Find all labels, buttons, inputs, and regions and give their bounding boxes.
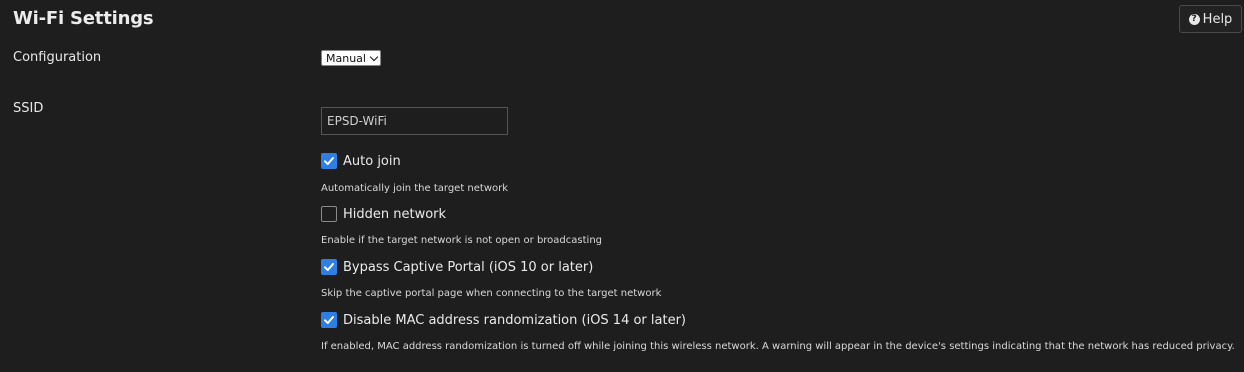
auto-join-checkbox[interactable] [321, 153, 337, 169]
configuration-select[interactable]: Manual [321, 50, 381, 66]
auto-join-label: Auto join [343, 153, 401, 169]
configuration-label: Configuration [13, 50, 102, 65]
hidden-network-checkbox-row[interactable]: Hidden network [321, 206, 446, 222]
help-button-label: Help [1202, 11, 1233, 27]
disable-mac-randomization-checkbox-row[interactable]: Disable MAC address randomization (iOS 1… [321, 312, 686, 328]
bypass-captive-portal-hint: Skip the captive portal page when connec… [321, 288, 662, 299]
wifi-settings-page: Wi-Fi Settings ? Help Configuration Manu… [0, 0, 1244, 372]
question-circle-icon: ? [1188, 13, 1200, 25]
bypass-captive-portal-label: Bypass Captive Portal (iOS 10 or later) [343, 259, 594, 275]
bypass-captive-portal-checkbox-row[interactable]: Bypass Captive Portal (iOS 10 or later) [321, 259, 593, 275]
disable-mac-randomization-hint: If enabled, MAC address randomization is… [321, 341, 1235, 352]
auto-join-checkbox-row[interactable]: Auto join [321, 153, 401, 169]
chevron-down-icon [369, 52, 379, 61]
help-button[interactable]: ? Help [1179, 5, 1242, 33]
hidden-network-hint: Enable if the target network is not open… [321, 235, 603, 246]
ssid-label: SSID [13, 101, 44, 116]
checkmark-icon [324, 263, 334, 271]
configuration-select-value: Manual [326, 51, 366, 65]
ssid-input-value: EPSD-WiFi [327, 114, 387, 128]
ssid-input[interactable]: EPSD-WiFi [321, 107, 508, 135]
auto-join-hint: Automatically join the target network [321, 183, 509, 194]
hidden-network-checkbox[interactable] [321, 206, 337, 222]
checkmark-icon [324, 157, 334, 165]
hidden-network-label: Hidden network [343, 206, 447, 222]
bypass-captive-portal-checkbox[interactable] [321, 259, 337, 275]
disable-mac-randomization-checkbox[interactable] [321, 312, 337, 328]
page-title: Wi-Fi Settings [13, 8, 154, 29]
checkmark-icon [324, 316, 334, 324]
disable-mac-randomization-label: Disable MAC address randomization (iOS 1… [343, 312, 687, 328]
